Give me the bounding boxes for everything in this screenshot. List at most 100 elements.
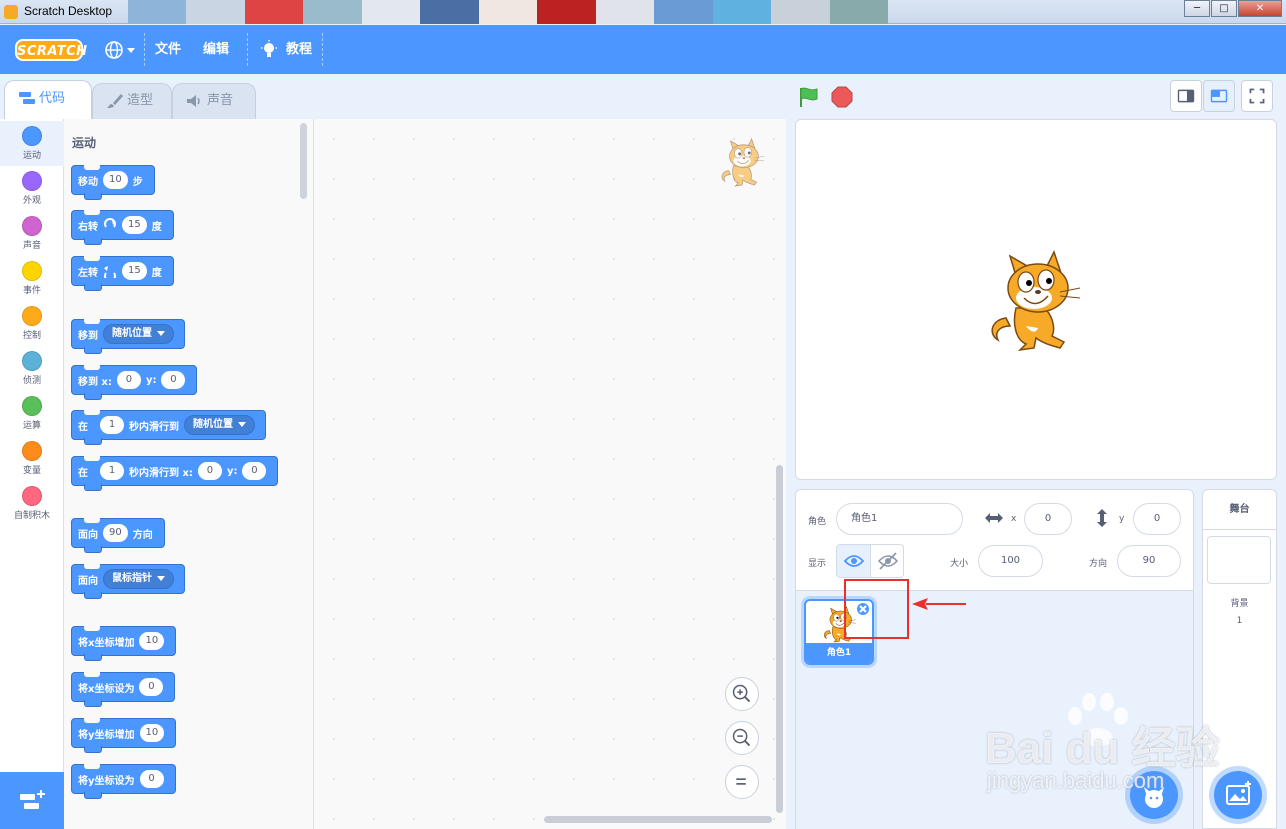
block-input[interactable]: 1: [100, 462, 124, 480]
zoom-in-button[interactable]: [725, 677, 759, 711]
edit-menu[interactable]: 编辑: [203, 25, 229, 74]
stage-selector-title: 舞台: [1203, 490, 1276, 530]
baidu-watermark: Bai du 经验 jingyan.baidu.com: [985, 690, 1225, 800]
x-position-input[interactable]: 0: [1024, 503, 1072, 535]
block-input[interactable]: 0: [197, 462, 222, 480]
scratch-logo[interactable]: SCRATCH: [15, 39, 87, 61]
category-variables[interactable]: 变量: [0, 436, 64, 481]
block-glide-xy[interactable]: 在 1 秒内滑行到 x: 0 y: 0: [71, 456, 279, 491]
block-input[interactable]: 15: [122, 262, 147, 280]
block-set-y[interactable]: 将y坐标设为 0: [71, 764, 176, 799]
block-set-x[interactable]: 将x坐标设为 0: [71, 672, 176, 707]
block-input[interactable]: 0: [116, 371, 141, 389]
block-input[interactable]: 0: [161, 371, 186, 389]
script-horizontal-scrollbar[interactable]: [544, 816, 772, 823]
watermark-url: jingyan.baidu.com: [987, 768, 1165, 793]
show-label: 显示: [808, 559, 827, 569]
category-sound[interactable]: 声音: [0, 211, 64, 256]
close-button[interactable]: ✕: [1238, 0, 1282, 17]
block-change-x[interactable]: 将x坐标增加 10: [71, 626, 177, 661]
rotate-right-icon: [104, 218, 116, 228]
y-position-input[interactable]: 0: [1133, 503, 1181, 535]
small-stage-button[interactable]: [1170, 80, 1202, 112]
file-menu[interactable]: 文件: [155, 25, 181, 74]
category-my-blocks[interactable]: 自制积木: [0, 481, 64, 526]
block-input[interactable]: 15: [122, 216, 147, 234]
category-menu: 运动 外观 声音 事件 控制 侦测 运算 变量 自制积木: [0, 119, 64, 829]
language-chevron-down-icon[interactable]: [127, 48, 135, 53]
palette-scrollbar[interactable]: [300, 123, 307, 199]
block-input[interactable]: 10: [139, 632, 165, 650]
size-label: 大小: [950, 559, 969, 569]
block-input[interactable]: 0: [242, 462, 267, 480]
zoom-out-button[interactable]: [725, 721, 759, 755]
block-dropdown[interactable]: 鼠标指针: [103, 569, 174, 589]
sprite-tile-name: 角色1: [806, 643, 872, 663]
tab-sounds[interactable]: 声音: [172, 83, 256, 119]
app-icon: [4, 5, 18, 19]
block-goto[interactable]: 移到 随机位置: [71, 319, 185, 354]
block-input[interactable]: 10: [103, 171, 128, 189]
block-turn-right[interactable]: 右转 15 度: [71, 210, 174, 245]
block-glide[interactable]: 在 1 秒内滑行到 随机位置: [71, 410, 266, 445]
stage-sprite-cat[interactable]: [986, 248, 1086, 352]
show-sprite-button[interactable]: [837, 545, 871, 577]
tutorials-menu[interactable]: 教程: [286, 25, 312, 74]
block-input[interactable]: 1: [100, 416, 124, 434]
tab-costumes-label: 造型: [127, 93, 154, 108]
add-extension-button[interactable]: [0, 772, 64, 829]
watermark-brand: Bai du 经验: [985, 724, 1220, 773]
current-sprite-watermark-icon: [721, 138, 765, 187]
visibility-toggle: [836, 544, 904, 578]
fullscreen-button[interactable]: [1241, 80, 1273, 112]
backdrop-thumbnail[interactable]: [1207, 536, 1271, 584]
tab-code-label: 代码: [39, 91, 66, 106]
small-stage-icon: [1177, 89, 1195, 103]
category-motion[interactable]: 运动: [0, 121, 64, 166]
normal-stage-button[interactable]: [1203, 80, 1235, 112]
code-icon: [19, 92, 35, 104]
script-area[interactable]: [314, 119, 786, 829]
annotation-arrow-icon: [912, 598, 966, 610]
block-goto-xy[interactable]: 移到 x: 0 y: 0: [71, 365, 198, 400]
tab-costumes[interactable]: 造型: [92, 83, 172, 119]
stage[interactable]: [795, 119, 1277, 480]
block-point-towards[interactable]: 面向 鼠标指针: [71, 564, 185, 599]
tab-code[interactable]: 代码: [4, 80, 92, 120]
minimize-button[interactable]: ─: [1184, 0, 1210, 17]
zoom-reset-button[interactable]: [725, 765, 759, 799]
block-dropdown[interactable]: 随机位置: [184, 415, 255, 435]
direction-input[interactable]: 90: [1117, 545, 1181, 577]
script-vertical-scrollbar[interactable]: [776, 465, 783, 813]
block-input[interactable]: 0: [139, 678, 164, 696]
menu-bar: SCRATCH 文件 编辑 教程: [0, 25, 1286, 74]
maximize-button[interactable]: □: [1211, 0, 1237, 17]
category-events[interactable]: 事件: [0, 256, 64, 301]
block-dropdown[interactable]: 随机位置: [103, 324, 174, 344]
palette-category-title: 运动: [72, 136, 97, 150]
category-operators[interactable]: 运算: [0, 391, 64, 436]
hide-sprite-button[interactable]: [871, 545, 903, 577]
direction-label: 方向: [1089, 559, 1108, 569]
block-palette: 运动 移动 10 步 右转 15 度 左转 15 度 移到 随机位置 移到 x: 0 y: 0 …: [64, 119, 314, 829]
sprite-name-input[interactable]: 角色1: [836, 503, 963, 535]
green-flag-icon[interactable]: [798, 86, 820, 108]
category-control[interactable]: 控制: [0, 301, 64, 346]
category-sensing[interactable]: 侦测: [0, 346, 64, 391]
block-move-steps[interactable]: 移动 10 步: [71, 165, 155, 200]
zoom-in-icon: [732, 684, 751, 703]
block-point-direction[interactable]: 面向 90 方向: [71, 518, 165, 553]
backdrops-label: 背景: [1230, 599, 1249, 609]
category-looks[interactable]: 外观: [0, 166, 64, 211]
block-change-y[interactable]: 将y坐标增加 10: [71, 718, 177, 753]
stop-icon[interactable]: [831, 86, 853, 108]
block-input[interactable]: 90: [103, 524, 128, 542]
globe-icon[interactable]: [104, 40, 124, 60]
brush-icon: [107, 94, 123, 108]
block-input[interactable]: 10: [139, 724, 165, 742]
horizontal-arrows-icon: [985, 513, 1003, 523]
size-input[interactable]: 100: [978, 545, 1043, 577]
lightbulb-icon[interactable]: [260, 40, 278, 60]
block-turn-left[interactable]: 左转 15 度: [71, 256, 174, 291]
block-input[interactable]: 0: [139, 770, 164, 788]
